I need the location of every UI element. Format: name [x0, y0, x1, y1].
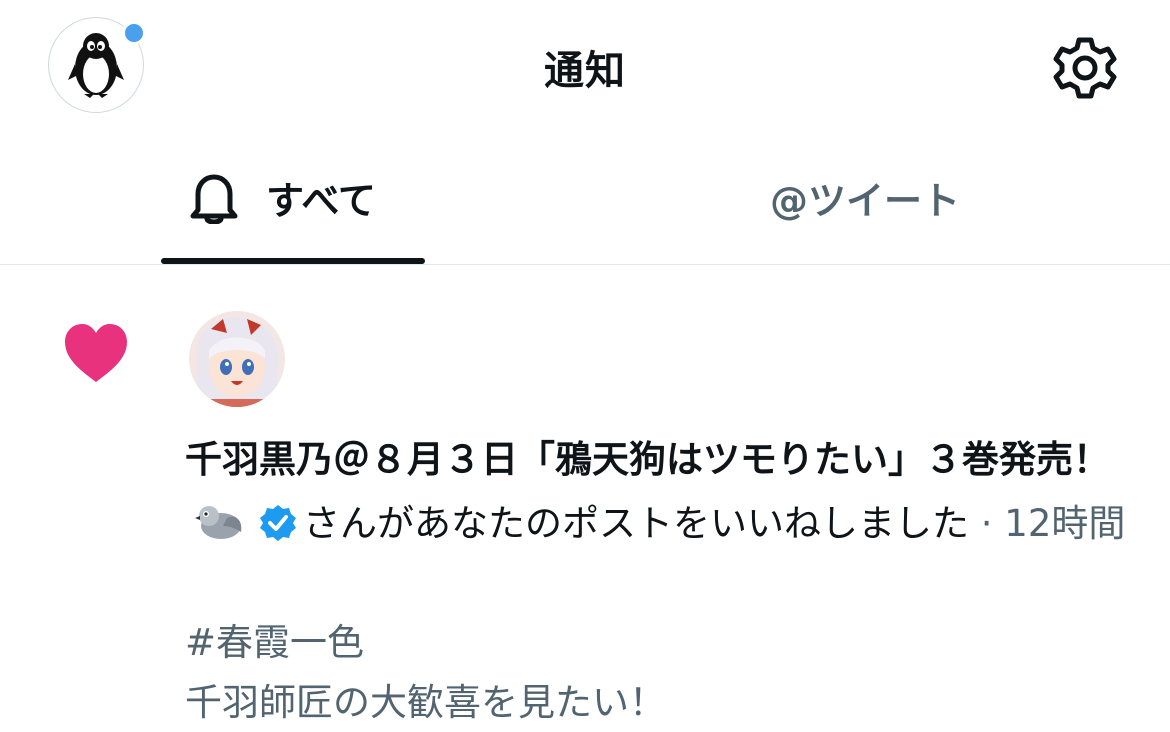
separator: ·	[980, 502, 993, 545]
timestamp: 12時間	[1004, 502, 1126, 545]
tab-mentions[interactable]: @ツイート	[770, 170, 960, 225]
tab-all[interactable]: すべて	[190, 170, 376, 225]
heart-icon	[65, 324, 127, 382]
pigeon-emoji-icon	[195, 506, 242, 539]
tweet-hashtag[interactable]: #春霞一色	[185, 612, 364, 666]
tabs-divider	[0, 264, 1170, 265]
tweet-text: 千羽師匠の大歓喜を見たい！	[185, 681, 666, 724]
user-avatar[interactable]	[189, 311, 285, 407]
user-name[interactable]: 千羽黒乃＠８月３日「鴉天狗はツモりたい」３巻発売！	[185, 438, 1110, 481]
tab-all-label: すべて	[266, 179, 376, 223]
notification-text: 千羽黒乃＠８月３日「鴉天狗はツモりたい」３巻発売！ さんがあなたのポストをいいね…	[185, 428, 1135, 556]
action-text: さんがあなたのポストをいいねしました	[303, 502, 969, 545]
tab-mentions-label: @ツイート	[770, 179, 961, 223]
page-title: 通知	[544, 48, 626, 94]
bell-icon	[190, 174, 238, 224]
verified-badge-icon	[260, 505, 296, 541]
gear-icon[interactable]	[1053, 36, 1117, 100]
